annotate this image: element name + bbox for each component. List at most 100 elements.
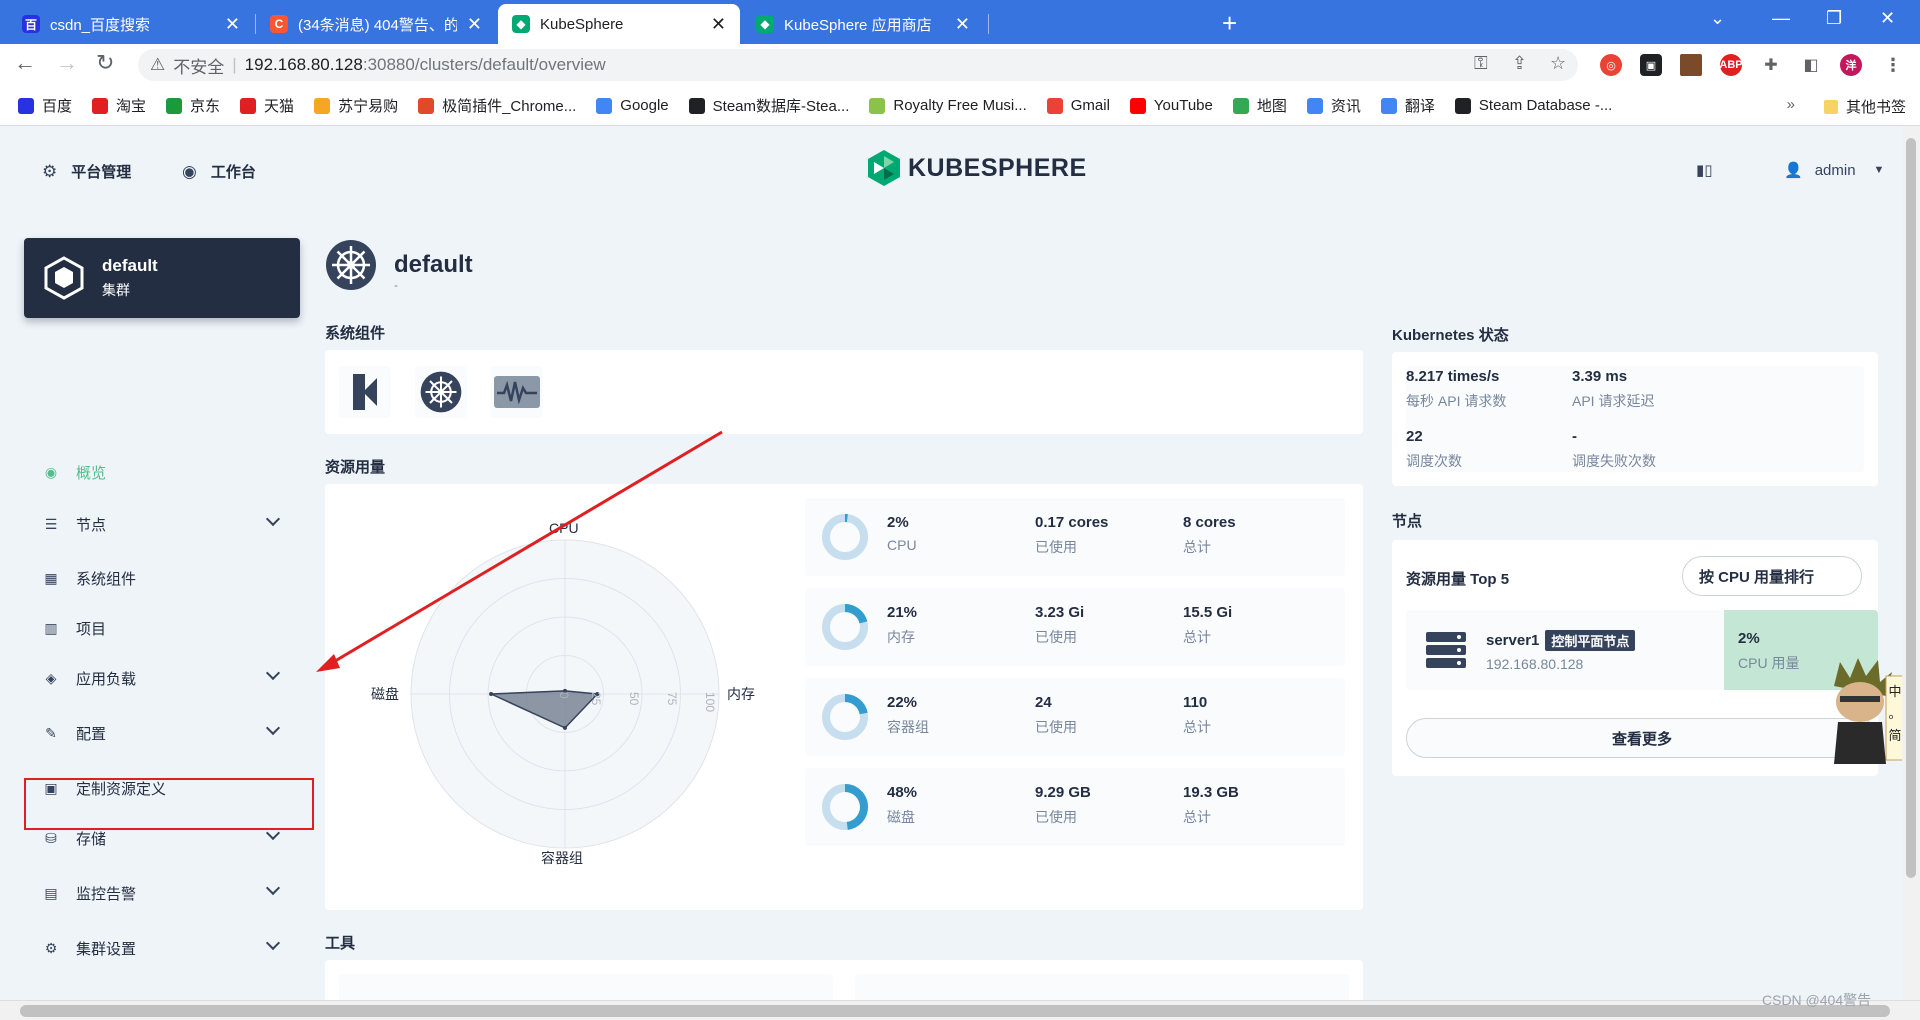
- bookmark-favicon-icon: [688, 97, 705, 114]
- kubesphere-favicon-icon: ◆: [756, 15, 774, 33]
- reload-icon[interactable]: ↻: [96, 50, 114, 76]
- forward-icon[interactable]: →: [56, 50, 78, 76]
- profile-avatar[interactable]: 洋: [1840, 54, 1862, 76]
- bookmark-favicon-icon: [240, 97, 257, 114]
- tab-title: csdn_百度搜索: [50, 16, 151, 34]
- bookmark-favicon-icon: [1046, 97, 1063, 114]
- bookmark-favicon-icon: [596, 97, 613, 114]
- bookmark-item[interactable]: 资讯: [1306, 95, 1361, 116]
- tab-search-icon[interactable]: ⌄: [1710, 8, 1725, 29]
- browser-tab[interactable]: C (34条消息) 404警告、的博客_CS ✕: [256, 4, 496, 44]
- bookmark-label: Steam数据库-Stea...: [712, 98, 850, 115]
- bookmark-item[interactable]: 天猫: [240, 95, 294, 116]
- address-bar-row: ← → ↻ ⚠ 不安全 | 192.168.80.128 :30880/clus…: [0, 44, 1920, 86]
- kubesphere-favicon-icon: ◆: [512, 15, 530, 33]
- annotation-arrow: [316, 430, 723, 672]
- bookmark-label: 极简插件_Chrome...: [442, 98, 577, 115]
- folder-icon: [1823, 99, 1838, 114]
- insecure-label: 不安全: [173, 57, 225, 77]
- vertical-scrollbar[interactable]: [1902, 126, 1920, 1000]
- adblock-icon[interactable]: ABP: [1719, 54, 1743, 76]
- bookmark-item[interactable]: Royalty Free Musi...: [869, 97, 1027, 114]
- back-icon[interactable]: ←: [14, 50, 36, 76]
- close-window-icon[interactable]: ✕: [1880, 8, 1895, 29]
- bookmark-favicon-icon: [418, 97, 435, 114]
- csdn-watermark: CSDN @404警告: [1762, 992, 1872, 1008]
- key-icon[interactable]: ⚿: [1474, 53, 1488, 74]
- tab-title: KubeSphere: [540, 15, 624, 33]
- new-tab-icon[interactable]: +: [1222, 8, 1237, 39]
- bookmark-item[interactable]: YouTube: [1129, 97, 1213, 114]
- bookmark-item[interactable]: 翻译: [1380, 95, 1435, 116]
- svg-text:简: 简: [1888, 728, 1901, 743]
- extension-icon[interactable]: ◎: [1600, 54, 1622, 76]
- extension-icon[interactable]: [1680, 54, 1702, 76]
- warning-icon: ⚠: [150, 55, 166, 74]
- bookmark-label: 京东: [190, 98, 221, 115]
- bookmark-label: 资讯: [1330, 98, 1361, 115]
- url-host: 192.168.80.128: [244, 55, 363, 74]
- bookmark-label: 苏宁易购: [338, 98, 399, 115]
- close-tab-icon[interactable]: ✕: [225, 14, 240, 35]
- tab-title: (34条消息) 404警告、的博客_CS: [298, 16, 457, 34]
- extension-icon[interactable]: ▣: [1640, 54, 1662, 76]
- url-path: :30880/clusters/default/overview: [362, 55, 606, 74]
- bookmark-label: Royalty Free Musi...: [893, 97, 1027, 114]
- bookmark-favicon-icon: [1454, 97, 1471, 114]
- tab-title: KubeSphere 应用商店: [784, 16, 932, 34]
- extensions-puzzle-icon[interactable]: ✚: [1760, 54, 1782, 76]
- bookmarks-bar: 百度 淘宝 京东 天猫 苏宁易购 极简插件_Chrome... Google Steam数据库…: [0, 86, 1920, 126]
- close-tab-icon[interactable]: ✕: [955, 14, 970, 35]
- bookmark-favicon-icon: [1380, 97, 1397, 114]
- bookmark-favicon-icon: [1129, 97, 1146, 114]
- svg-text:中: 中: [1888, 684, 1901, 699]
- bookmark-favicon-icon: [1306, 97, 1323, 114]
- minimize-icon[interactable]: —: [1772, 8, 1790, 29]
- restore-icon[interactable]: ❐: [1826, 8, 1842, 29]
- other-bookmarks-folder[interactable]: 其他书签: [1823, 96, 1906, 117]
- more-bookmarks-icon[interactable]: »: [1787, 96, 1795, 113]
- menu-kebab-icon[interactable]: ⋮: [1882, 54, 1904, 76]
- other-bookmarks-label: 其他书签: [1845, 99, 1906, 116]
- share-icon[interactable]: ⇪: [1512, 53, 1527, 74]
- bookmark-item[interactable]: 苏宁易购: [314, 95, 398, 116]
- bookmark-label: Google: [620, 97, 669, 114]
- bookmark-item[interactable]: 京东: [166, 95, 220, 116]
- mascot-sticker-icon: 中 。 简: [1834, 658, 1902, 764]
- bookmark-favicon-icon: [1232, 97, 1249, 114]
- browser-tab[interactable]: ◆ KubeSphere 应用商店 ✕: [742, 4, 984, 44]
- bookmark-label: Gmail: [1070, 97, 1110, 114]
- bookmark-item[interactable]: Steam数据库-Stea...: [688, 95, 850, 116]
- horizontal-scrollbar[interactable]: [0, 1000, 1920, 1020]
- bookmark-item[interactable]: 地图: [1232, 95, 1287, 116]
- csdn-favicon-icon: C: [270, 15, 288, 33]
- close-tab-icon[interactable]: ✕: [711, 14, 726, 35]
- bookmark-favicon-icon: [314, 97, 331, 114]
- bookmark-item[interactable]: Google: [596, 97, 669, 114]
- browser-tab-bar: 百 csdn_百度搜索 ✕ C (34条消息) 404警告、的博客_CS ✕ ◆…: [0, 0, 1920, 44]
- sidepanel-icon[interactable]: ◧: [1800, 54, 1822, 76]
- bookmark-label: YouTube: [1153, 97, 1213, 114]
- kubesphere-app: ⚙ 平台管理 ◉ 工作台 KUBESPHERE ▮▯ 👤 admin ▼ def…: [0, 126, 1902, 1000]
- baidu-favicon-icon: 百: [22, 15, 40, 33]
- close-tab-icon[interactable]: ✕: [467, 14, 482, 35]
- bookmark-item[interactable]: 淘宝: [92, 95, 146, 116]
- bookmark-label: 翻译: [1404, 98, 1435, 115]
- bookmark-label: 地图: [1256, 98, 1287, 115]
- browser-tab-active[interactable]: ◆ KubeSphere ✕: [498, 4, 740, 44]
- browser-tab[interactable]: 百 csdn_百度搜索 ✕: [8, 4, 254, 44]
- svg-text:。: 。: [1888, 706, 1901, 721]
- url-input[interactable]: ⚠ 不安全 | 192.168.80.128 :30880/clusters/d…: [138, 49, 1578, 81]
- bookmark-item[interactable]: Steam Database -...: [1454, 97, 1613, 114]
- bookmark-favicon-icon: [869, 97, 886, 114]
- bookmark-favicon-icon: [92, 97, 109, 114]
- bookmark-label: 淘宝: [116, 98, 147, 115]
- bookmark-item[interactable]: 极简插件_Chrome...: [418, 95, 576, 116]
- bookmark-star-icon[interactable]: ☆: [1550, 53, 1566, 74]
- bookmark-label: Steam Database -...: [1478, 97, 1613, 114]
- bookmark-label: 百度: [42, 98, 73, 115]
- bookmark-item[interactable]: Gmail: [1046, 97, 1110, 114]
- bookmark-label: 天猫: [264, 98, 295, 115]
- bookmark-item[interactable]: 百度: [18, 95, 72, 116]
- bookmark-favicon-icon: [18, 97, 34, 114]
